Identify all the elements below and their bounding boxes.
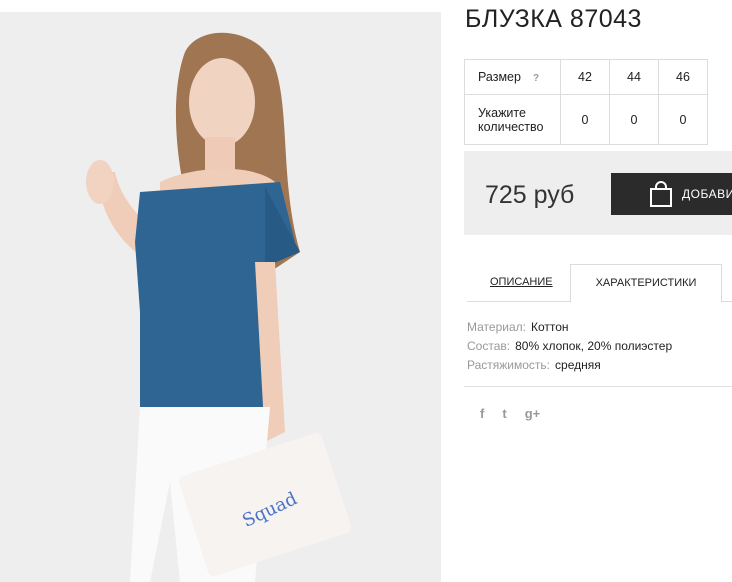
size-option-44[interactable]: 44 [609,59,659,95]
shopping-bag-icon [649,181,673,207]
product-title: БЛУЗКА 87043 [465,5,642,33]
product-tabs: ОПИСАНИЕ ХАРАКТЕРИСТИКИ [467,264,732,303]
spec-value: Коттон [530,320,569,334]
tab-description[interactable]: ОПИСАНИЕ [490,276,553,288]
product-price: 725 руб [485,181,575,209]
googleplus-icon[interactable]: g+ [525,406,541,421]
size-label: Размер [478,70,521,84]
size-quantity-table: Размер? 42 44 46 Укажите количество 0 0 … [464,59,708,145]
quantity-input-44[interactable]: 0 [609,94,659,145]
size-help-icon[interactable]: ? [533,73,539,84]
spec-row: Растяжимость: средняя [467,356,672,375]
quantity-label: Укажите количество [464,94,561,145]
product-photo[interactable]: Squad [0,12,441,582]
twitter-icon[interactable]: t [502,406,506,421]
quantity-label-line1: Укажите [478,105,526,120]
divider [464,386,732,387]
add-to-cart-button[interactable]: ДОБАВИТЬ [611,173,732,215]
specs-list: Материал: Коттон Состав: 80% хлопок, 20% п… [467,318,672,375]
spec-key: Материал: [467,320,526,334]
social-share: f t g+ [480,406,540,421]
add-to-cart-label: ДОБАВИТЬ [682,187,732,201]
size-option-42[interactable]: 42 [560,59,610,95]
spec-value: средняя [555,358,601,372]
spec-value: 80% хлопок, 20% полиэстер [515,339,673,353]
quantity-input-46[interactable]: 0 [658,94,708,145]
size-option-46[interactable]: 46 [658,59,708,95]
spec-key: Растяжимость: [467,358,551,372]
quantity-input-42[interactable]: 0 [560,94,610,145]
tab-characteristics[interactable]: ХАРАКТЕРИСТИКИ [570,264,722,303]
quantity-label-line2: количество [478,119,544,134]
buy-box: 725 руб ДОБАВИТЬ [464,151,732,235]
spec-row: Состав: 80% хлопок, 20% полиэстер [467,337,672,356]
size-header: Размер? [464,59,561,95]
facebook-icon[interactable]: f [480,406,484,421]
spec-row: Материал: Коттон [467,318,672,337]
spec-key: Состав: [467,339,511,353]
